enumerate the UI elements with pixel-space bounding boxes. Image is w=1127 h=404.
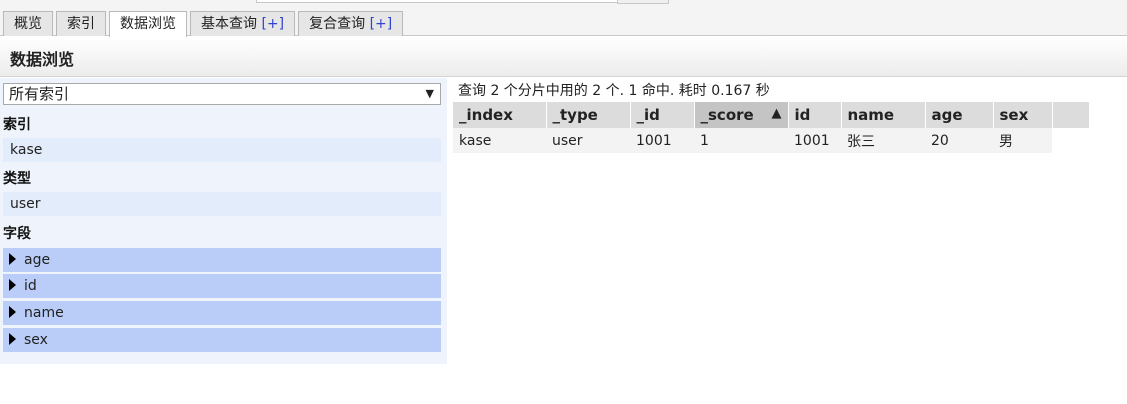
- tab-basic-query[interactable]: 基本查询 [+]: [190, 11, 296, 36]
- top-search-button[interactable]: [617, 0, 669, 4]
- page-header: 数据浏览: [0, 37, 1127, 77]
- column-header-age[interactable]: age: [925, 102, 994, 128]
- table-header-row: _index _type _id _score ▲ id name age se…: [453, 102, 1090, 128]
- tab-bar: 概览 索引 数据浏览 基本查询 [+] 复合查询 [+]: [3, 11, 406, 37]
- results-table: _index _type _id _score ▲ id name age se…: [453, 102, 1090, 153]
- cell-filler: [1052, 128, 1089, 153]
- field-item-id[interactable]: id: [3, 274, 441, 298]
- column-header-filler: [1052, 102, 1090, 128]
- expand-arrow-icon: [9, 279, 16, 291]
- tab-label: 数据浏览: [120, 16, 176, 32]
- column-header-id-meta[interactable]: _id: [630, 102, 695, 128]
- field-item-name[interactable]: name: [3, 301, 441, 325]
- tab-compound-query[interactable]: 复合查询 [+]: [298, 11, 404, 36]
- filter-sidebar: 所有索引 ▼ 索引 kase 类型 user 字段 age id name se…: [0, 78, 447, 364]
- cell-id-meta: 1001: [630, 128, 694, 153]
- tab-overview[interactable]: 概览: [3, 11, 53, 36]
- cell-score: 1: [694, 128, 788, 153]
- cell-id: 1001: [788, 128, 841, 153]
- field-item-age[interactable]: age: [3, 248, 441, 272]
- expand-arrow-icon: [9, 253, 16, 265]
- tab-add-icon: [+]: [261, 16, 285, 32]
- field-item-sex[interactable]: sex: [3, 328, 441, 352]
- top-strip: 概览 索引 数据浏览 基本查询 [+] 复合查询 [+]: [0, 0, 1127, 37]
- query-summary: 查询 2 个分片中用的 2 个. 1 命中. 耗时 0.167 秒: [458, 83, 770, 99]
- index-section-label: 索引: [3, 117, 31, 133]
- dropdown-arrow-icon: ▼: [425, 87, 434, 100]
- tab-data-browser[interactable]: 数据浏览: [109, 11, 187, 37]
- field-label: name: [24, 305, 64, 321]
- column-header-label: _score: [700, 106, 754, 124]
- cell-age: 20: [925, 128, 993, 153]
- column-header-name[interactable]: name: [841, 102, 926, 128]
- index-filter-item[interactable]: kase: [3, 138, 441, 162]
- tab-label: 概览: [14, 16, 42, 32]
- index-select-value: 所有索引: [9, 85, 70, 103]
- field-label: age: [24, 252, 51, 268]
- tab-label: 复合查询: [309, 16, 370, 32]
- sort-ascending-icon: ▲: [771, 106, 782, 121]
- expand-arrow-icon: [9, 333, 16, 345]
- column-header-type[interactable]: _type: [546, 102, 631, 128]
- column-header-index[interactable]: _index: [453, 102, 547, 128]
- column-header-score[interactable]: _score ▲: [694, 102, 789, 128]
- tab-label: 基本查询: [201, 16, 262, 32]
- cell-index: kase: [453, 128, 546, 153]
- fields-section-label: 字段: [3, 226, 31, 242]
- type-section-label: 类型: [3, 171, 31, 187]
- table-row[interactable]: kase user 1001 1 1001 张三 20 男: [453, 128, 1089, 153]
- cell-name: 张三: [841, 128, 925, 153]
- tab-add-icon: [+]: [369, 16, 393, 32]
- field-label: id: [24, 278, 37, 294]
- column-header-sex[interactable]: sex: [993, 102, 1053, 128]
- type-filter-item[interactable]: user: [3, 192, 441, 216]
- expand-arrow-icon: [9, 306, 16, 318]
- index-select[interactable]: 所有索引 ▼: [3, 83, 441, 105]
- top-search-input[interactable]: [256, 0, 618, 3]
- column-header-id[interactable]: id: [788, 102, 842, 128]
- cell-type: user: [546, 128, 630, 153]
- tab-label: 索引: [67, 16, 95, 32]
- cell-sex: 男: [993, 128, 1052, 153]
- tab-indices[interactable]: 索引: [56, 11, 106, 36]
- field-label: sex: [24, 332, 48, 348]
- page-title: 数据浏览: [10, 50, 75, 69]
